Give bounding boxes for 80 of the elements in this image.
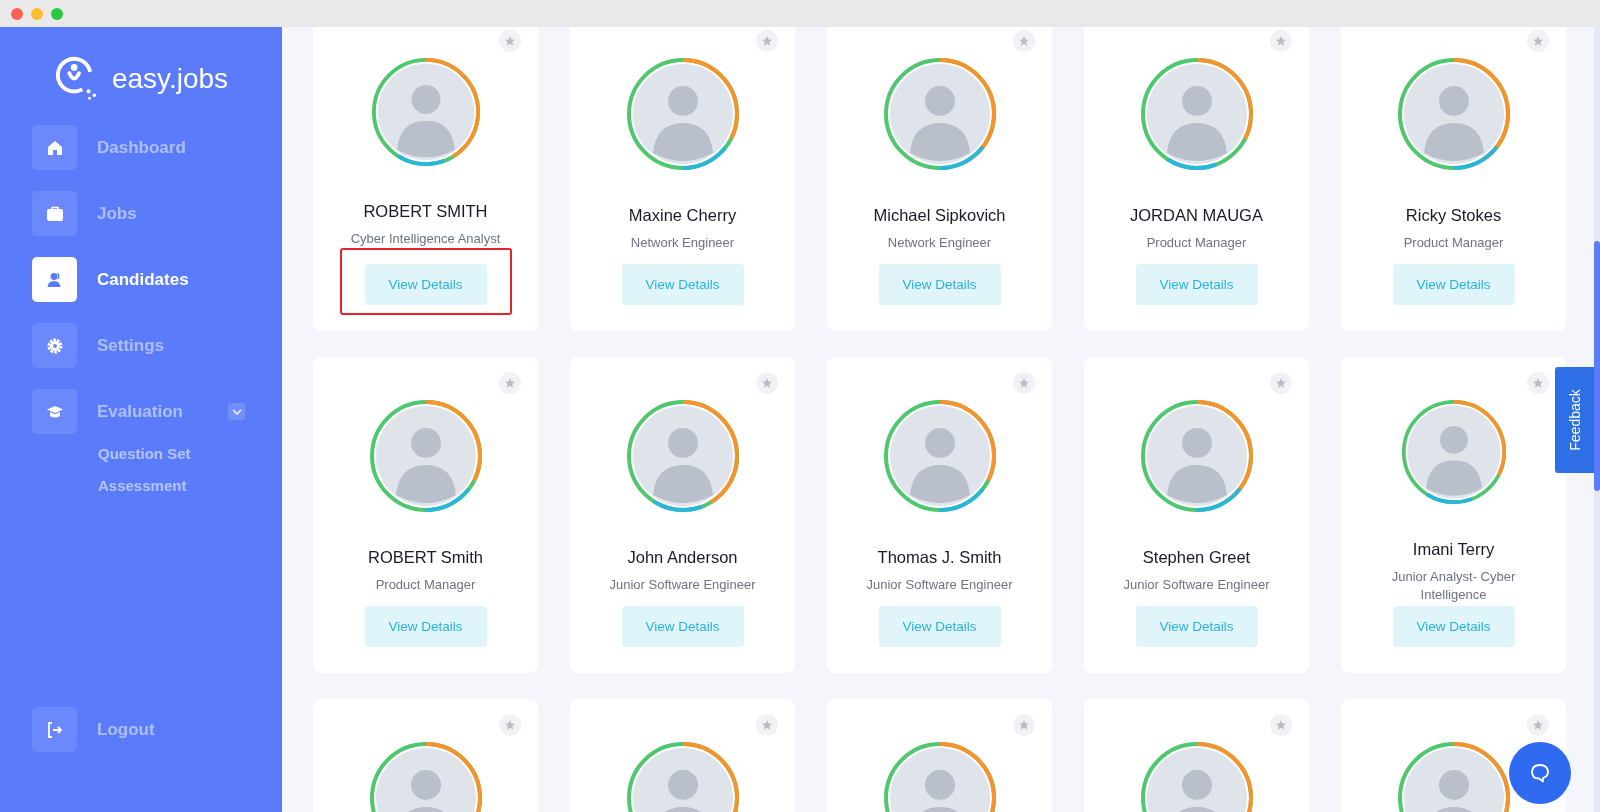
maximize-window-button[interactable] bbox=[51, 7, 63, 20]
star-button[interactable] bbox=[756, 714, 778, 736]
candidate-name: Ricky Stokes bbox=[1405, 206, 1502, 225]
star-icon bbox=[1275, 35, 1287, 47]
candidate-job-title: Cyber Intelligence Analyst bbox=[349, 230, 502, 248]
star-icon bbox=[1018, 719, 1030, 731]
star-icon bbox=[1018, 35, 1030, 47]
feedback-tab[interactable]: Feedback bbox=[1555, 367, 1594, 473]
star-button[interactable] bbox=[499, 30, 521, 52]
candidate-name: Michael Sipkovich bbox=[873, 206, 1006, 225]
star-button[interactable] bbox=[499, 714, 521, 736]
star-icon bbox=[504, 719, 516, 731]
view-details-button[interactable]: View Details bbox=[621, 606, 744, 647]
candidate-name: ROBERT Smith bbox=[368, 548, 483, 567]
star-icon bbox=[504, 35, 516, 47]
logout-button[interactable]: Logout bbox=[32, 707, 250, 752]
star-button[interactable] bbox=[1013, 30, 1035, 52]
star-button[interactable] bbox=[756, 30, 778, 52]
view-details-button[interactable]: View Details bbox=[878, 264, 1001, 305]
view-details-button[interactable]: View Details bbox=[621, 264, 744, 305]
star-icon bbox=[1532, 719, 1544, 731]
star-button[interactable] bbox=[1527, 372, 1549, 394]
candidate-name: JORDAN MAUGA bbox=[1130, 206, 1263, 225]
star-icon bbox=[761, 35, 773, 47]
logout-icon bbox=[45, 720, 64, 739]
nav-item[interactable]: Jobs bbox=[32, 191, 137, 236]
candidate-name: Thomas J. Smith bbox=[877, 548, 1002, 567]
star-button[interactable] bbox=[1527, 714, 1549, 736]
candidate-name: Imani Terry bbox=[1412, 540, 1495, 559]
settings-icon bbox=[45, 336, 64, 355]
briefcase-icon bbox=[45, 204, 64, 223]
nav-item[interactable]: Evaluation bbox=[32, 389, 183, 434]
view-details-button[interactable]: View Details bbox=[364, 264, 487, 305]
star-icon bbox=[1275, 377, 1287, 389]
star-button[interactable] bbox=[756, 372, 778, 394]
candidate-job-title: Junior Software Engineer bbox=[865, 576, 1014, 594]
star-button[interactable] bbox=[1527, 30, 1549, 52]
chat-bubble-icon bbox=[1529, 762, 1551, 784]
logo-text: easy.jobs bbox=[111, 63, 229, 95]
close-window-button[interactable] bbox=[11, 7, 23, 20]
star-button[interactable] bbox=[1270, 30, 1292, 52]
candidate-job-title: Network Engineer bbox=[886, 234, 993, 252]
star-icon bbox=[761, 719, 773, 731]
star-button[interactable] bbox=[1013, 714, 1035, 736]
candidate-name: Maxine Cherry bbox=[628, 206, 737, 225]
home-icon bbox=[45, 138, 64, 157]
view-details-button[interactable]: View Details bbox=[1135, 264, 1258, 305]
candidate-name: ROBERT SMITH bbox=[363, 202, 488, 221]
view-details-button[interactable]: View Details bbox=[364, 606, 487, 647]
star-icon bbox=[504, 377, 516, 389]
star-icon bbox=[1532, 35, 1544, 47]
candidate-job-title: Network Engineer bbox=[629, 234, 736, 252]
view-details-button[interactable]: View Details bbox=[878, 606, 1001, 647]
candidate-job-title: Product Manager bbox=[1145, 234, 1248, 252]
candidate-job-title: Product Manager bbox=[374, 576, 477, 594]
star-button[interactable] bbox=[1013, 372, 1035, 394]
view-details-button[interactable]: View Details bbox=[1392, 606, 1515, 647]
nav-subitem[interactable]: Assessment bbox=[98, 477, 250, 494]
star-icon bbox=[761, 377, 773, 389]
nav-item[interactable]: Dashboard bbox=[32, 125, 186, 170]
star-icon bbox=[1532, 377, 1544, 389]
star-button[interactable] bbox=[1270, 372, 1292, 394]
nav-item[interactable]: Settings bbox=[32, 323, 165, 368]
candidate-job-title: Junior Analyst- Cyber Intelligence bbox=[1390, 568, 1517, 604]
star-icon bbox=[1018, 377, 1030, 389]
view-details-button[interactable]: View Details bbox=[1392, 264, 1515, 305]
scrollbar[interactable] bbox=[1594, 27, 1600, 812]
star-button[interactable] bbox=[499, 372, 521, 394]
candidate-job-title: Junior Software Engineer bbox=[1122, 576, 1271, 594]
candidate-name: John Anderson bbox=[627, 548, 738, 567]
star-icon bbox=[1275, 719, 1287, 731]
view-details-button[interactable]: View Details bbox=[1135, 606, 1258, 647]
chevron-icon[interactable] bbox=[228, 403, 245, 420]
nav-subitem[interactable]: Question Set bbox=[98, 445, 250, 462]
candidate-name: Stephen Greet bbox=[1142, 548, 1251, 567]
candidate-job-title: Product Manager bbox=[1402, 234, 1505, 252]
star-button[interactable] bbox=[1270, 714, 1292, 736]
nav-item[interactable]: Candidates bbox=[32, 257, 189, 302]
minimize-window-button[interactable] bbox=[31, 7, 43, 20]
candidate-job-title: Junior Software Engineer bbox=[608, 576, 757, 594]
